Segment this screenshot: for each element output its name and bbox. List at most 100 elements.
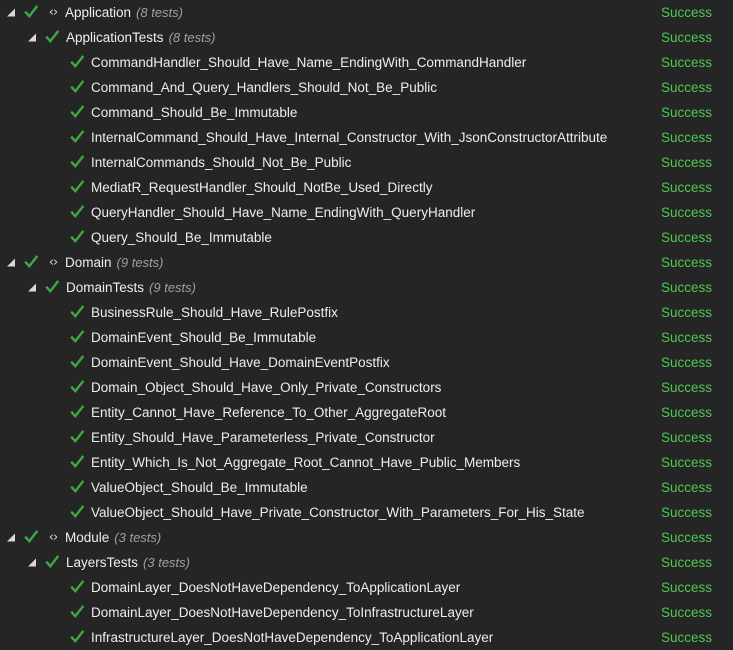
test-outcome-label: Success [661,480,713,495]
test-group-row[interactable]: ‹› Domain (9 tests) Success [0,250,733,275]
test-name-label: Query_Should_Be_Immutable [91,230,272,245]
check-passed-icon [70,130,85,145]
test-row[interactable]: Command_Should_Be_Immutable Success [0,100,733,125]
check-passed-icon [70,605,85,620]
triangle-expanded-icon[interactable] [6,257,17,268]
test-name-label: Command_And_Query_Handlers_Should_Not_Be… [91,80,437,95]
test-name-label: CommandHandler_Should_Have_Name_EndingWi… [91,55,527,70]
check-passed-icon [70,230,85,245]
test-outcome-label: Success [661,5,713,20]
test-outcome-label: Success [661,255,713,270]
test-outcome-label: Success [661,280,713,295]
test-outcome-label: Success [661,30,713,45]
triangle-expanded-icon[interactable] [27,32,38,43]
test-row[interactable]: DomainLayer_DoesNotHaveDependency_ToInfr… [0,600,733,625]
triangle-expanded-icon[interactable] [27,557,38,568]
test-outcome-label: Success [661,305,713,320]
check-passed-icon [70,330,85,345]
test-explorer-tree[interactable]: ‹› Application (8 tests) Success Application… [0,0,733,650]
check-passed-icon [70,180,85,195]
triangle-expanded-icon[interactable] [27,282,38,293]
check-passed-icon [70,480,85,495]
test-row[interactable]: DomainLayer_DoesNotHaveDependency_ToAppl… [0,575,733,600]
test-outcome-label: Success [661,380,713,395]
check-passed-icon [70,355,85,370]
check-passed-icon [70,505,85,520]
code-brackets-icon: ‹› [48,529,58,545]
test-name-label: Application [65,5,132,20]
check-passed-icon [45,280,60,295]
test-name-label: DomainTests [66,280,145,295]
check-passed-icon [70,405,85,420]
test-outcome-label: Success [661,455,713,470]
test-row[interactable]: CommandHandler_Should_Have_Name_EndingWi… [0,50,733,75]
test-row[interactable]: DomainEvent_Should_Have_DomainEventPostf… [0,350,733,375]
test-row[interactable]: BusinessRule_Should_Have_RulePostfix Succ… [0,300,733,325]
test-row[interactable]: Domain_Object_Should_Have_Only_Private_C… [0,375,733,400]
test-name-label: DomainLayer_DoesNotHaveDependency_ToAppl… [91,580,461,595]
test-name-label: ApplicationTests [66,30,164,45]
test-outcome-label: Success [661,355,713,370]
triangle-expanded-icon[interactable] [6,532,17,543]
test-row[interactable]: MediatR_RequestHandler_Should_NotBe_Used… [0,175,733,200]
test-row[interactable]: Query_Should_Be_Immutable Success [0,225,733,250]
test-group-row[interactable]: DomainTests (9 tests) Success [0,275,733,300]
check-passed-icon [70,305,85,320]
test-row[interactable]: Entity_Which_Is_Not_Aggregate_Root_Canno… [0,450,733,475]
check-passed-icon [70,55,85,70]
test-row[interactable]: DomainEvent_Should_Be_Immutable Success [0,325,733,350]
test-row[interactable]: Entity_Cannot_Have_Reference_To_Other_Ag… [0,400,733,425]
test-group-row[interactable]: ‹› Module (3 tests) Success [0,525,733,550]
test-outcome-label: Success [661,430,713,445]
test-outcome-label: Success [661,155,713,170]
test-row[interactable]: Command_And_Query_Handlers_Should_Not_Be… [0,75,733,100]
test-name-label: Domain_Object_Should_Have_Only_Private_C… [91,380,442,395]
check-passed-icon [70,380,85,395]
test-row[interactable]: InternalCommand_Should_Have_Internal_Con… [0,125,733,150]
test-name-label: Entity_Which_Is_Not_Aggregate_Root_Canno… [91,455,521,470]
test-outcome-label: Success [661,80,713,95]
test-name-label: Domain [65,255,112,270]
check-passed-icon [45,555,60,570]
test-count-label: (3 tests) [143,555,190,570]
test-outcome-label: Success [661,555,713,570]
test-group-row[interactable]: ‹› Application (8 tests) Success [0,0,733,25]
test-row[interactable]: QueryHandler_Should_Have_Name_EndingWith… [0,200,733,225]
test-outcome-label: Success [661,130,713,145]
test-name-label: Entity_Should_Have_Parameterless_Private… [91,430,435,445]
code-brackets-icon: ‹› [48,4,58,20]
test-name-label: InternalCommand_Should_Have_Internal_Con… [91,130,608,145]
test-count-label: (9 tests) [116,255,164,270]
check-passed-icon [70,630,85,645]
test-row[interactable]: InfrastructureLayer_DoesNotHaveDependenc… [0,625,733,650]
check-passed-icon [70,155,85,170]
test-group-row[interactable]: LayersTests (3 tests) Success [0,550,733,575]
code-brackets-icon: ‹› [48,254,58,270]
test-name-label: InternalCommands_Should_Not_Be_Public [91,155,352,170]
test-outcome-label: Success [661,205,713,220]
test-count-label: (8 tests) [168,30,216,45]
test-name-label: InfrastructureLayer_DoesNotHaveDependenc… [91,630,494,645]
triangle-expanded-icon[interactable] [6,7,17,18]
test-row[interactable]: Entity_Should_Have_Parameterless_Private… [0,425,733,450]
check-passed-icon [70,205,85,220]
test-name-label: ValueObject_Should_Be_Immutable [91,480,308,495]
test-group-row[interactable]: ApplicationTests (8 tests) Success [0,25,733,50]
test-row[interactable]: ValueObject_Should_Have_Private_Construc… [0,500,733,525]
test-name-label: ValueObject_Should_Have_Private_Construc… [91,505,585,520]
test-outcome-label: Success [661,580,713,595]
test-name-label: QueryHandler_Should_Have_Name_EndingWith… [91,205,476,220]
check-passed-icon [45,30,60,45]
test-outcome-label: Success [661,230,713,245]
check-passed-icon [24,255,39,270]
test-row[interactable]: ValueObject_Should_Be_Immutable Success [0,475,733,500]
test-outcome-label: Success [661,180,713,195]
test-outcome-label: Success [661,530,713,545]
test-outcome-label: Success [661,330,713,345]
test-count-label: (8 tests) [136,5,184,20]
test-name-label: Entity_Cannot_Have_Reference_To_Other_Ag… [91,405,446,420]
test-outcome-label: Success [661,505,713,520]
test-count-label: (9 tests) [149,280,196,295]
test-row[interactable]: InternalCommands_Should_Not_Be_Public Suc… [0,150,733,175]
test-name-label: LayersTests [66,555,139,570]
